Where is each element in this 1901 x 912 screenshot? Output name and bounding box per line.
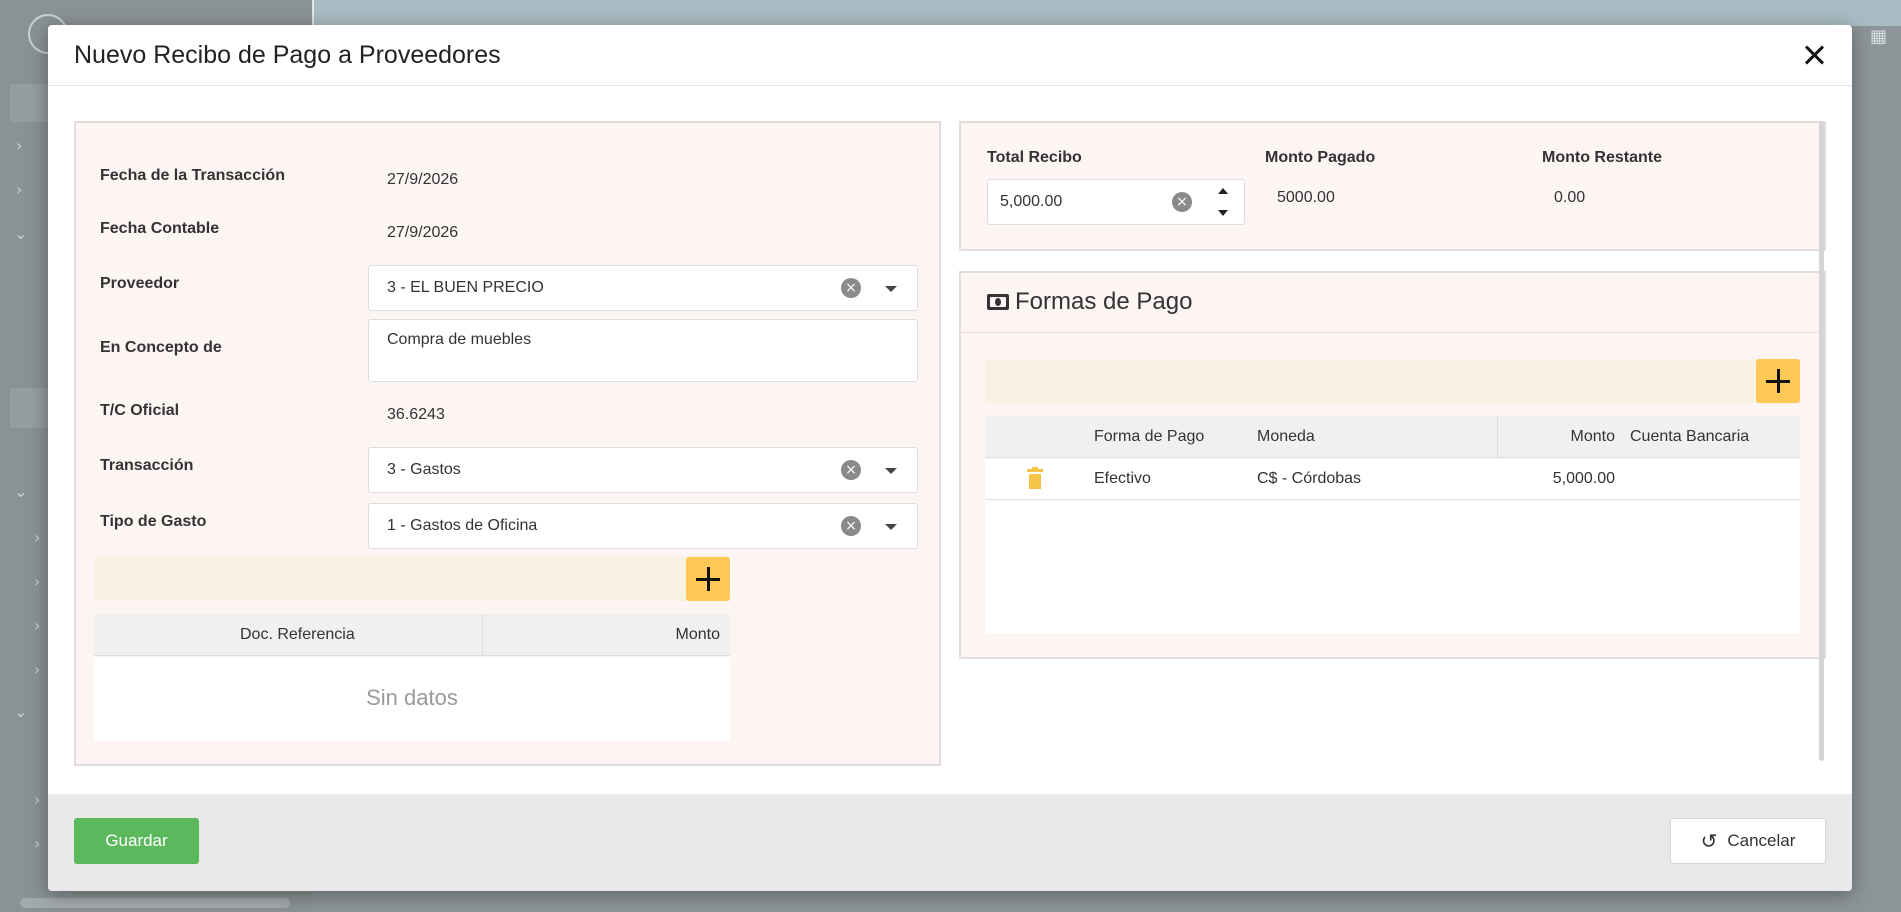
- payments-header: Formas de Pago: [961, 273, 1824, 333]
- grid-icon: ▦: [1869, 26, 1887, 47]
- tipo-gasto-select[interactable]: 1 - Gastos de Oficina ×: [368, 503, 918, 549]
- label-concepto: En Concepto de: [100, 339, 222, 356]
- modal-footer: Guardar ↺ Cancelar: [48, 794, 1852, 891]
- col-cuenta-bancaria[interactable]: Cuenta Bancaria: [1630, 428, 1749, 446]
- payments-grid-empty-area: [985, 501, 1800, 633]
- proveedor-value: 3 - EL BUEN PRECIO: [387, 279, 544, 296]
- chevron-right-icon: ›: [34, 572, 41, 591]
- chevron-right-icon: ›: [34, 790, 41, 809]
- trash-icon[interactable]: [1027, 467, 1043, 489]
- close-icon[interactable]: [1800, 41, 1828, 69]
- clear-icon[interactable]: ×: [841, 460, 861, 480]
- caret-down-icon[interactable]: [885, 468, 897, 474]
- payment-methods-panel: Formas de Pago Forma de Pago Moneda Mont…: [959, 271, 1826, 659]
- transaccion-select[interactable]: 3 - Gastos ×: [368, 447, 918, 493]
- add-document-button[interactable]: [686, 557, 730, 601]
- documents-grid-body: Sin datos: [94, 657, 730, 741]
- documents-grid-header: Doc. Referencia Monto: [94, 614, 730, 656]
- receipt-form-panel: Fecha de la Transacción 27/9/2026 Fecha …: [74, 121, 941, 766]
- payments-grid-header: Forma de Pago Moneda Monto Cuenta Bancar…: [985, 416, 1800, 458]
- cancel-label: Cancelar: [1727, 831, 1796, 850]
- chevron-down-icon: ⌄: [14, 702, 28, 721]
- clear-icon[interactable]: ×: [841, 278, 861, 298]
- payments-toolbar: [985, 359, 1800, 403]
- chevron-right-icon: ›: [16, 180, 23, 199]
- clear-icon[interactable]: ×: [841, 516, 861, 536]
- col-monto[interactable]: Monto: [1571, 428, 1615, 446]
- spin-up-icon[interactable]: [1218, 188, 1228, 194]
- cancel-button[interactable]: ↺ Cancelar: [1670, 818, 1826, 864]
- modal-scrollbar[interactable]: [1819, 121, 1824, 761]
- payments-title: Formas de Pago: [1015, 288, 1193, 315]
- label-proveedor: Proveedor: [100, 275, 180, 292]
- label-monto-pagado: Monto Pagado: [1265, 149, 1376, 166]
- documents-toolbar: [94, 557, 730, 601]
- caret-down-icon[interactable]: [885, 286, 897, 292]
- cell-monto: 5,000.00: [1552, 470, 1615, 487]
- label-tc-oficial: T/C Oficial: [100, 402, 180, 419]
- value-fecha-transaccion[interactable]: 27/9/2026: [387, 171, 458, 189]
- label-transaccion: Transacción: [100, 457, 194, 474]
- modal-title: Nuevo Recibo de Pago a Proveedores: [74, 40, 501, 69]
- value-monto-pagado: 5000.00: [1277, 189, 1335, 206]
- col-moneda[interactable]: Moneda: [1257, 428, 1315, 446]
- spin-down-icon[interactable]: [1218, 210, 1228, 216]
- chevron-right-icon: ›: [34, 616, 41, 635]
- total-recibo-value: 5,000.00: [1000, 193, 1063, 210]
- value-fecha-contable[interactable]: 27/9/2026: [387, 224, 458, 242]
- concepto-textarea[interactable]: Compra de muebles: [368, 319, 918, 382]
- concepto-value: Compra de muebles: [387, 331, 532, 348]
- proveedor-select[interactable]: 3 - EL BUEN PRECIO ×: [368, 265, 918, 311]
- value-tc-oficial: 36.6243: [387, 406, 445, 423]
- chevron-right-icon: ›: [34, 834, 41, 853]
- chevron-right-icon: ›: [34, 660, 41, 679]
- label-total-recibo: Total Recibo: [987, 149, 1082, 166]
- value-monto-restante: 0.00: [1554, 189, 1586, 206]
- modal-body: Fecha de la Transacción 27/9/2026 Fecha …: [48, 87, 1852, 794]
- sidebar-scrollbar: [20, 898, 290, 908]
- caret-down-icon[interactable]: [885, 524, 897, 530]
- table-row[interactable]: Efectivo C$ - Córdobas 5,000.00: [985, 459, 1800, 500]
- chevron-down-icon: ⌄: [14, 482, 28, 501]
- label-fecha-contable: Fecha Contable: [100, 220, 220, 237]
- col-doc-referencia[interactable]: Doc. Referencia: [240, 626, 355, 644]
- total-recibo-input[interactable]: 5,000.00 ×: [987, 179, 1245, 225]
- label-fecha-transaccion: Fecha de la Transacción: [100, 167, 285, 184]
- chevron-right-icon: ›: [16, 136, 23, 155]
- add-payment-button[interactable]: [1756, 359, 1800, 403]
- tipo-gasto-value: 1 - Gastos de Oficina: [387, 517, 538, 534]
- column-divider: [482, 614, 483, 656]
- save-button[interactable]: Guardar: [74, 818, 199, 864]
- column-divider: [1497, 416, 1498, 458]
- topbar-divider: [312, 0, 314, 26]
- col-monto[interactable]: Monto: [676, 626, 720, 644]
- modal-header: Nuevo Recibo de Pago a Proveedores: [48, 25, 1852, 86]
- chevron-right-icon: ›: [34, 528, 41, 547]
- col-forma-pago[interactable]: Forma de Pago: [1094, 428, 1204, 446]
- money-bill-icon: [987, 294, 1009, 310]
- totals-panel: Total Recibo 5,000.00 × Monto Pagado 500…: [959, 121, 1826, 251]
- payment-receipt-modal: Nuevo Recibo de Pago a Proveedores Fecha…: [48, 25, 1852, 891]
- transaccion-value: 3 - Gastos: [387, 461, 461, 478]
- cell-moneda: C$ - Córdobas: [1257, 470, 1362, 487]
- label-monto-restante: Monto Restante: [1542, 149, 1662, 166]
- undo-icon: ↺: [1700, 829, 1718, 853]
- label-tipo-gasto: Tipo de Gasto: [100, 513, 207, 530]
- clear-icon[interactable]: ×: [1172, 192, 1192, 212]
- chevron-down-icon: ⌄: [14, 224, 28, 243]
- cell-forma-pago: Efectivo: [1094, 470, 1151, 487]
- no-data-text: Sin datos: [366, 685, 458, 710]
